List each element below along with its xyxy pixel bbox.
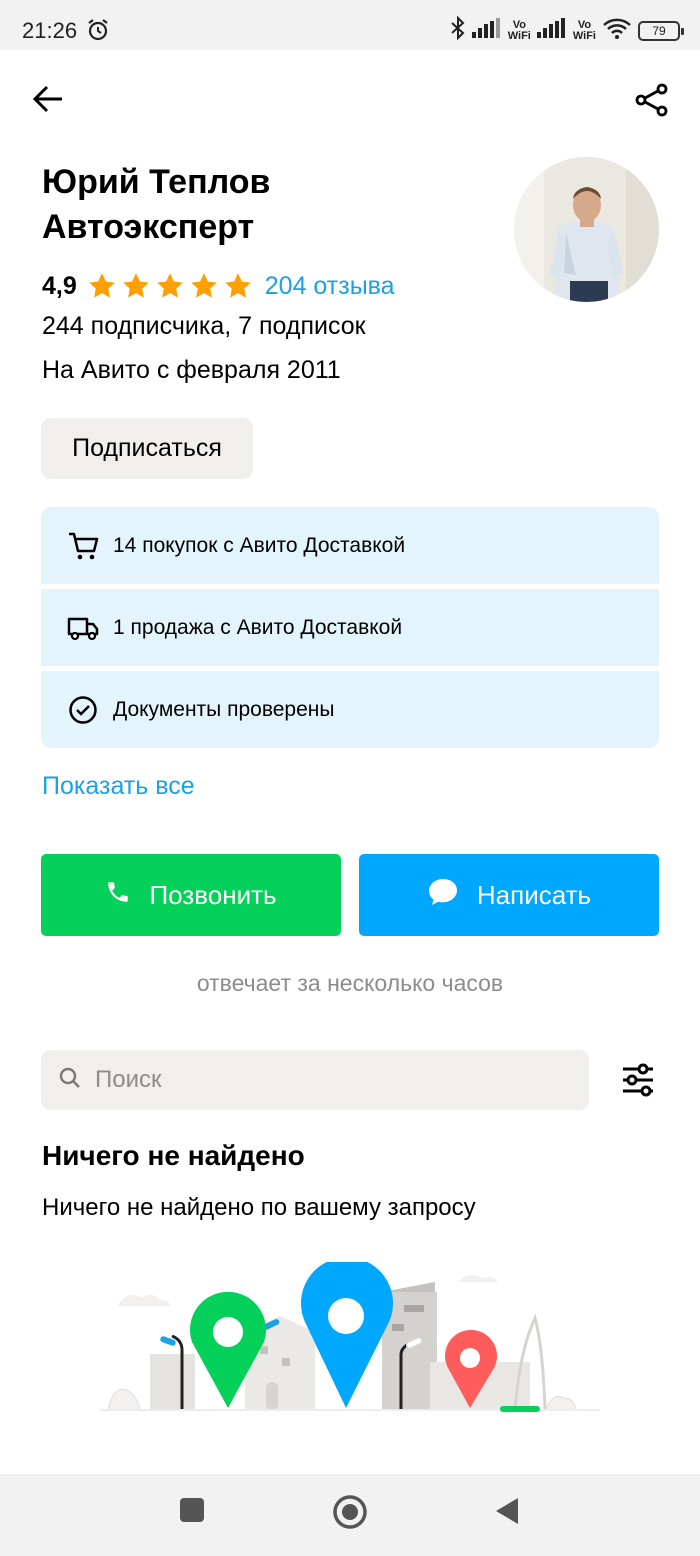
star-icon	[156, 273, 183, 298]
alarm-icon	[86, 18, 110, 47]
reply-time-note: отвечает за несколько часов	[196, 970, 504, 996]
status-bar: 21:26 Vo WiFi Vo WiFi 79	[0, 0, 700, 50]
status-time: 21:26	[22, 18, 78, 43]
show-all-link[interactable]: Показать все	[42, 772, 195, 801]
subscriptions-info[interactable]: 244 подписчика, 7 подписок	[42, 312, 366, 341]
search-icon	[59, 1067, 81, 1094]
seller-badges: 14 покупок с Авито Доставкой 1 продажа с…	[41, 507, 659, 748]
call-button-label: Позвонить	[149, 879, 277, 910]
system-navigation-bar	[0, 1474, 700, 1556]
back-nav-icon[interactable]	[492, 1496, 522, 1531]
home-icon[interactable]	[332, 1494, 368, 1535]
star-icon	[122, 273, 149, 298]
rating-row: 4,9 204 отзыва	[42, 266, 395, 306]
star-icon	[224, 273, 251, 298]
reviews-link[interactable]: 204 отзыва	[265, 272, 395, 301]
phone-icon	[105, 879, 131, 912]
signal-icon-2	[536, 18, 567, 43]
profile-name: Юрий Теплов Автоэксперт	[42, 163, 271, 246]
battery-indicator: 79	[638, 20, 684, 41]
truck-icon	[67, 612, 99, 644]
badge-text: 14 покупок с Авито Доставкой	[113, 533, 406, 557]
filter-sliders-icon[interactable]	[620, 1062, 656, 1103]
signal-icon	[471, 18, 502, 43]
star-icon	[190, 273, 217, 298]
share-icon[interactable]	[634, 82, 670, 123]
badge-text: Документы проверены	[113, 697, 335, 721]
avatar[interactable]	[514, 157, 659, 302]
cart-icon	[67, 530, 99, 562]
empty-city-illustration	[100, 1257, 600, 1457]
search-input[interactable]	[95, 1066, 545, 1094]
write-button-label: Написать	[476, 879, 592, 910]
badge-documents: Документы проверены	[41, 671, 659, 748]
badge-text: 1 продажа с Авито Доставкой	[113, 615, 403, 639]
chat-bubble-icon	[427, 877, 459, 914]
system-icons: Vo WiFi Vo WiFi 79	[450, 15, 684, 45]
empty-state-text: Ничего не найдено по вашему запросу	[42, 1194, 476, 1221]
subscribe-button[interactable]: Подписаться	[41, 418, 253, 479]
search-bar[interactable]	[41, 1050, 589, 1110]
badge-sales: 1 продажа с Авито Доставкой	[41, 589, 659, 666]
rating-value: 4,9	[42, 271, 77, 300]
back-arrow-icon[interactable]	[32, 84, 64, 119]
write-button[interactable]: Написать	[359, 854, 659, 936]
badge-purchases: 14 покупок с Авито Доставкой	[41, 507, 659, 584]
member-since: На Авито с февраля 2011	[42, 356, 341, 384]
check-circle-icon	[67, 694, 99, 726]
bluetooth-icon	[450, 15, 466, 45]
empty-state-title: Ничего не найдено	[42, 1140, 305, 1171]
recent-apps-icon[interactable]	[178, 1496, 206, 1529]
vowifi-label: Vo WiFi	[507, 18, 531, 42]
rating-stars	[87, 272, 253, 300]
star-icon	[88, 273, 115, 298]
vowifi-label-2: Vo WiFi	[572, 18, 596, 42]
wifi-icon	[602, 17, 632, 44]
call-button[interactable]: Позвонить	[41, 854, 341, 936]
